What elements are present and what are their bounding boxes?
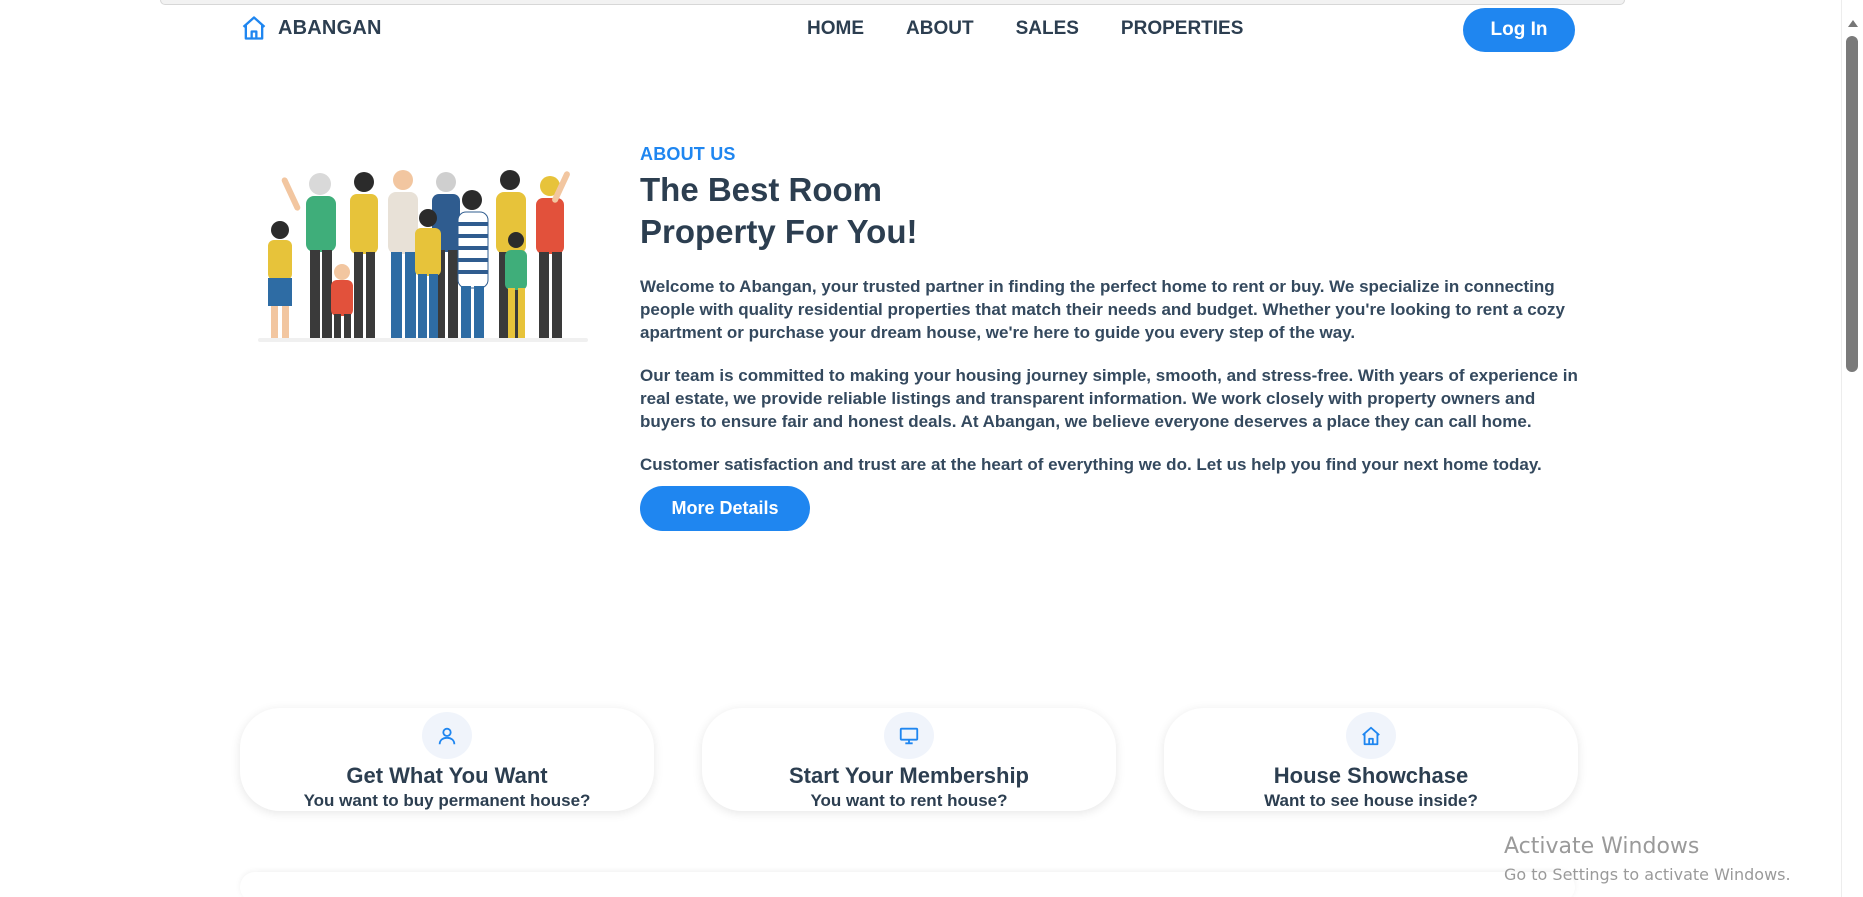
monitor-icon — [884, 712, 934, 759]
person-figure — [415, 209, 441, 340]
about-paragraph: Customer satisfaction and trust are at t… — [640, 455, 1542, 474]
user-icon — [422, 712, 472, 759]
person-figure — [536, 171, 570, 338]
watermark-title: Activate Windows — [1504, 834, 1700, 859]
about-paragraph: Welcome to Abangan, your trusted partner… — [640, 277, 1566, 342]
card-title: Get What You Want — [346, 763, 548, 788]
login-button[interactable]: Log In — [1463, 8, 1575, 52]
about-tag: ABOUT US — [640, 144, 736, 164]
home-icon — [1346, 712, 1396, 759]
scroll-up-arrow-icon[interactable] — [1848, 20, 1858, 27]
nav-home-link[interactable]: HOME — [807, 18, 864, 40]
person-figure — [268, 221, 292, 340]
brand-name: ABANGAN — [278, 16, 382, 39]
next-section-edge — [240, 872, 1575, 897]
person-figure — [388, 170, 418, 340]
scroll-thumb[interactable] — [1846, 36, 1858, 372]
feature-card-showcase[interactable]: House Showchase Want to see house inside… — [1164, 708, 1578, 811]
brand[interactable]: ABANGAN — [240, 14, 382, 42]
person-figure — [331, 264, 353, 340]
nav-about-link[interactable]: ABOUT — [906, 18, 974, 40]
about-section: ABOUT US The Best Room Property For You!… — [640, 144, 1580, 531]
card-subtitle: Want to see house inside? — [1264, 791, 1478, 810]
navbar: ABANGAN HOME ABOUT SALES PROPERTIES Log … — [0, 0, 1840, 60]
card-subtitle: You want to rent house? — [810, 791, 1008, 810]
card-title: House Showchase — [1273, 763, 1469, 788]
home-icon — [242, 16, 266, 40]
feature-card-membership[interactable]: Start Your Membership You want to rent h… — [702, 708, 1116, 811]
card-title: Start Your Membership — [788, 763, 1029, 788]
feature-cards: Get What You Want You want to buy perman… — [240, 708, 1578, 811]
vertical-scrollbar[interactable] — [1841, 0, 1863, 897]
activate-windows-watermark: Activate Windows Go to Settings to activ… — [1504, 834, 1791, 884]
people-group-illustration — [258, 170, 588, 342]
about-paragraph: Our team is committed to making your hou… — [640, 366, 1578, 431]
feature-card-buy[interactable]: Get What You Want You want to buy perman… — [240, 708, 654, 811]
about-title: The Best Room Property For You! — [640, 171, 918, 250]
watermark-subtitle: Go to Settings to activate Windows. — [1504, 865, 1791, 884]
more-details-button[interactable]: More Details — [640, 486, 810, 531]
person-figure — [350, 172, 378, 338]
nav-sales-link[interactable]: SALES — [1016, 18, 1079, 40]
main-nav: HOME ABOUT SALES PROPERTIES — [807, 18, 1243, 40]
nav-properties-link[interactable]: PROPERTIES — [1121, 18, 1243, 40]
card-subtitle: You want to buy permanent house? — [303, 791, 591, 810]
person-figure — [457, 190, 489, 340]
